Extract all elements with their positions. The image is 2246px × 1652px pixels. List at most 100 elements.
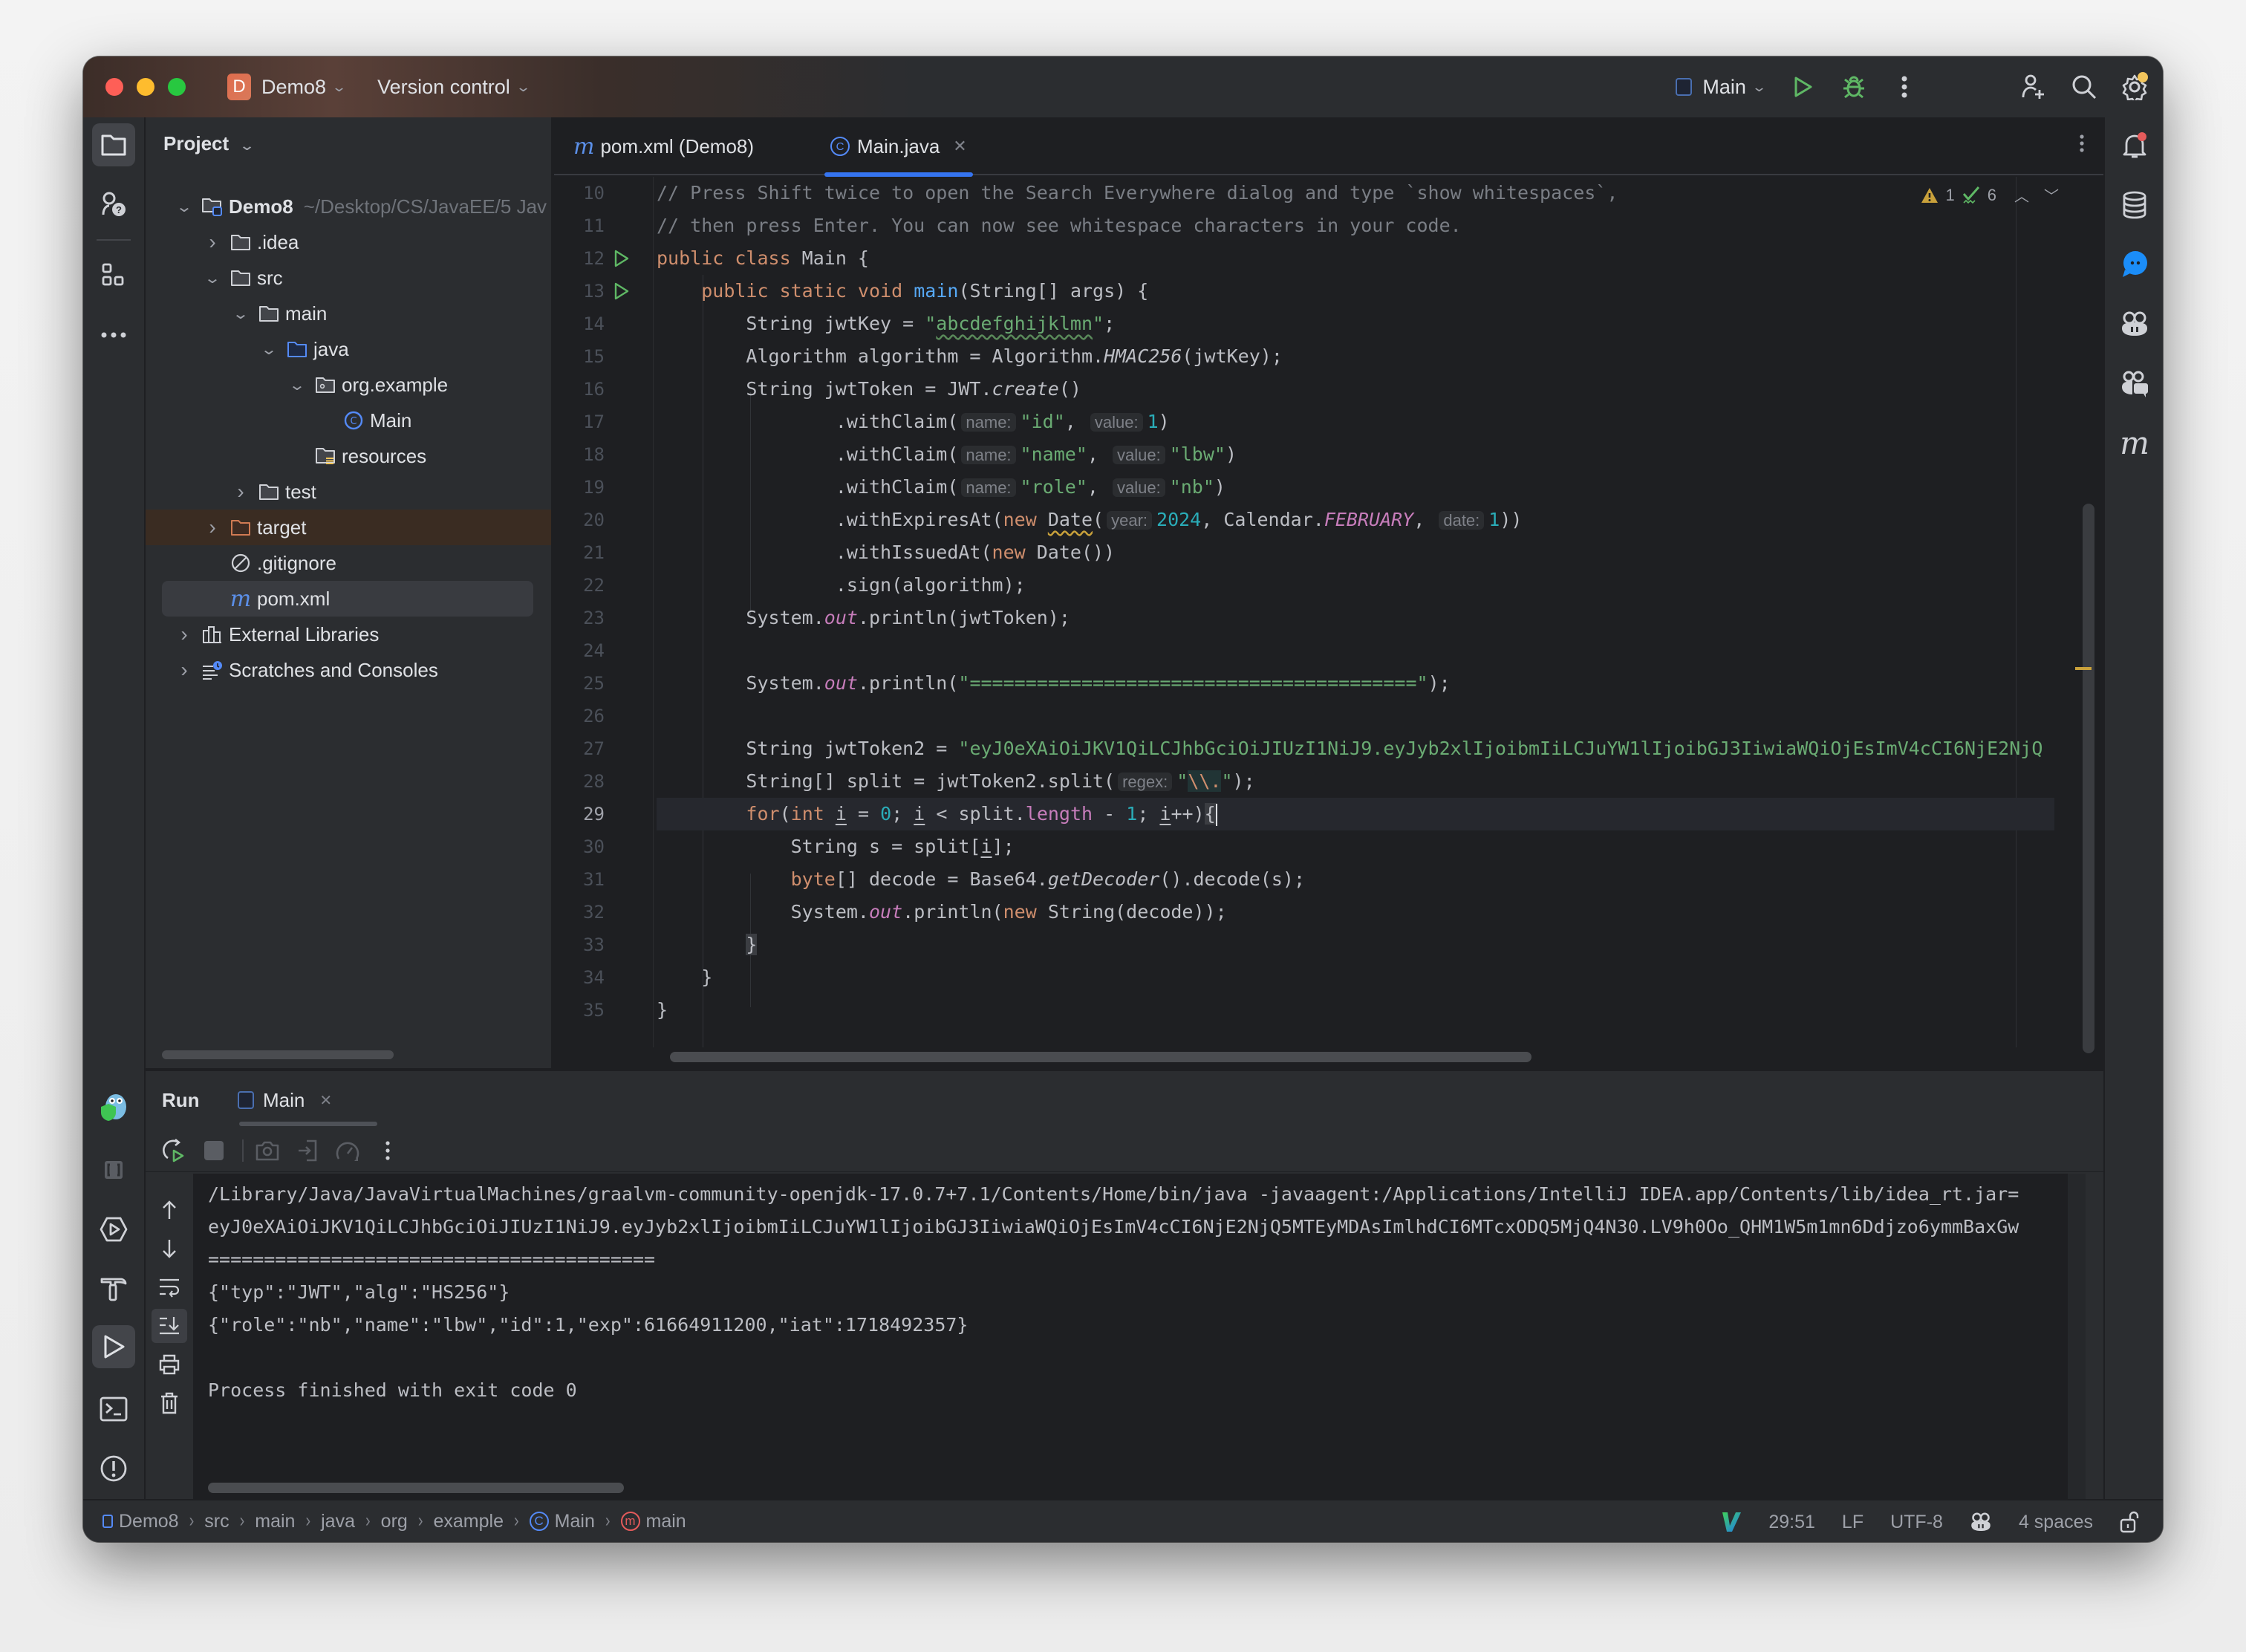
project-tool-button[interactable]: [92, 123, 135, 166]
chevron-down-icon[interactable]: ⌄: [256, 340, 281, 359]
tree-item-src[interactable]: ⌄ src: [146, 260, 551, 296]
tree-item-target[interactable]: › target: [146, 510, 551, 545]
chevron-down-icon[interactable]: ⌄: [200, 269, 225, 287]
close-tab-icon[interactable]: ✕: [319, 1091, 332, 1110]
notifications-button[interactable]: [2114, 125, 2155, 166]
console-output[interactable]: /Library/Java/JavaVirtualMachines/graalv…: [193, 1174, 2086, 1499]
line-number[interactable]: 34: [554, 961, 605, 994]
inspection-widget[interactable]: 1 6 ︿ ﹀: [1921, 184, 2059, 206]
exit-button[interactable]: [290, 1133, 325, 1168]
line-number[interactable]: 31: [554, 863, 605, 896]
line-number[interactable]: 16: [554, 373, 605, 406]
gutter-run-icon[interactable]: [613, 249, 631, 268]
chevron-right-icon[interactable]: ›: [204, 230, 221, 254]
unlock-icon[interactable]: [2120, 1511, 2141, 1533]
more-tools-button[interactable]: [92, 313, 135, 357]
line-number[interactable]: 13: [554, 275, 605, 308]
run-button[interactable]: [1787, 71, 1820, 103]
line-number[interactable]: 25: [554, 667, 605, 700]
line-number[interactable]: 22: [554, 569, 605, 602]
zoom-window-button[interactable]: [168, 78, 186, 96]
chat-button[interactable]: [2114, 244, 2155, 285]
soft-wrap-button[interactable]: [152, 1270, 187, 1304]
breadcrumb-item[interactable]: m main: [620, 1511, 686, 1532]
scroll-up-button[interactable]: [152, 1193, 187, 1227]
chevron-right-icon[interactable]: ›: [232, 480, 250, 504]
build-tool-button[interactable]: [92, 1267, 135, 1310]
previous-problem-icon[interactable]: ︿: [2014, 184, 2029, 206]
maven-button[interactable]: m: [2114, 422, 2155, 464]
line-number[interactable]: 27: [554, 732, 605, 765]
tree-item-scratches-and-consoles[interactable]: › Scratches and Consoles: [146, 652, 551, 688]
code-with-me-button[interactable]: [2017, 71, 2050, 103]
stop-button[interactable]: [196, 1133, 232, 1168]
tab-options-button[interactable]: [2080, 134, 2084, 157]
line-separator[interactable]: LF: [1842, 1512, 1863, 1533]
line-number[interactable]: 15: [554, 340, 605, 373]
print-button[interactable]: [152, 1347, 187, 1382]
gopher-plugin-button[interactable]: [92, 1084, 135, 1128]
line-number[interactable]: 12: [554, 242, 605, 275]
problems-tool-button[interactable]: [92, 1447, 135, 1490]
chevron-down-icon[interactable]: ⌄: [228, 305, 253, 323]
tree-item-demo8[interactable]: ⌄ Demo8 ~/Desktop/CS/JavaEE/5 Jav: [146, 189, 551, 224]
line-number[interactable]: 29: [554, 798, 605, 830]
copilot-chat-button[interactable]: [2114, 362, 2155, 404]
dump-threads-button[interactable]: [250, 1133, 285, 1168]
gutter-run-icon[interactable]: [613, 282, 631, 301]
line-number[interactable]: 30: [554, 830, 605, 863]
close-window-button[interactable]: [105, 78, 123, 96]
line-number[interactable]: 10: [554, 177, 605, 209]
breadcrumb-item[interactable]: Demo8: [102, 1511, 179, 1532]
close-tab-icon[interactable]: ✕: [953, 137, 966, 156]
vcs-menu[interactable]: Version control ⌄: [367, 76, 531, 99]
tab-pom-xml[interactable]: m pom.xml (Demo8): [573, 117, 754, 175]
breadcrumb-item[interactable]: src: [204, 1511, 229, 1532]
search-everywhere-button[interactable]: [2068, 71, 2100, 103]
tree-item-idea[interactable]: › .idea: [146, 224, 551, 260]
line-number[interactable]: 28: [554, 765, 605, 798]
run-tool-button[interactable]: [92, 1325, 135, 1368]
tree-item-gitignore[interactable]: .gitignore: [146, 545, 551, 581]
profiler-button[interactable]: [330, 1133, 365, 1168]
editor-horizontal-scrollbar[interactable]: [670, 1052, 1531, 1062]
line-number[interactable]: 35: [554, 994, 605, 1027]
learn-tool-button[interactable]: ?: [92, 183, 135, 226]
tree-item-java[interactable]: ⌄ java: [146, 331, 551, 367]
breadcrumb-item[interactable]: example: [433, 1511, 504, 1532]
caret-position[interactable]: 29:51: [1768, 1512, 1815, 1533]
copilot-status-icon[interactable]: [1970, 1512, 1992, 1532]
tree-item-pom-xml[interactable]: m pom.xml: [162, 581, 533, 617]
tree-item-main[interactable]: ⌄ main: [146, 296, 551, 331]
project-horizontal-scrollbar[interactable]: [162, 1050, 394, 1059]
chevron-right-icon[interactable]: ›: [175, 622, 193, 646]
tree-item-main[interactable]: C Main: [146, 403, 551, 438]
more-actions-button[interactable]: [1888, 71, 1921, 103]
breadcrumb-item[interactable]: java: [321, 1511, 355, 1532]
line-number[interactable]: 21: [554, 536, 605, 569]
settings-button[interactable]: [2118, 71, 2151, 103]
run-config-selector[interactable]: Main ⌄: [1676, 76, 1767, 99]
breadcrumb-item[interactable]: main: [255, 1511, 295, 1532]
line-number[interactable]: 33: [554, 929, 605, 961]
rerun-button[interactable]: [156, 1133, 192, 1168]
line-number[interactable]: 17: [554, 406, 605, 438]
chevron-right-icon[interactable]: ›: [175, 658, 193, 682]
line-number[interactable]: 11: [554, 209, 605, 242]
bookmarks-tool-button[interactable]: [92, 1148, 135, 1191]
services-tool-button[interactable]: [92, 1208, 135, 1251]
warning-marker[interactable]: [2075, 667, 2092, 670]
console-vertical-scrollbar[interactable]: [2068, 1174, 2086, 1499]
tree-item-external-libraries[interactable]: › External Libraries: [146, 617, 551, 652]
run-tab-main[interactable]: Main ✕: [238, 1083, 332, 1117]
indent-setting[interactable]: 4 spaces: [2019, 1512, 2093, 1533]
copilot-button[interactable]: [2114, 303, 2155, 345]
database-button[interactable]: [2114, 184, 2155, 226]
structure-tool-button[interactable]: [92, 254, 135, 297]
minimize-window-button[interactable]: [137, 78, 154, 96]
chevron-down-icon[interactable]: ⌄: [284, 376, 310, 394]
line-number[interactable]: 20: [554, 504, 605, 536]
line-number[interactable]: 32: [554, 896, 605, 929]
run-more-button[interactable]: [370, 1133, 406, 1168]
line-number[interactable]: 18: [554, 438, 605, 471]
